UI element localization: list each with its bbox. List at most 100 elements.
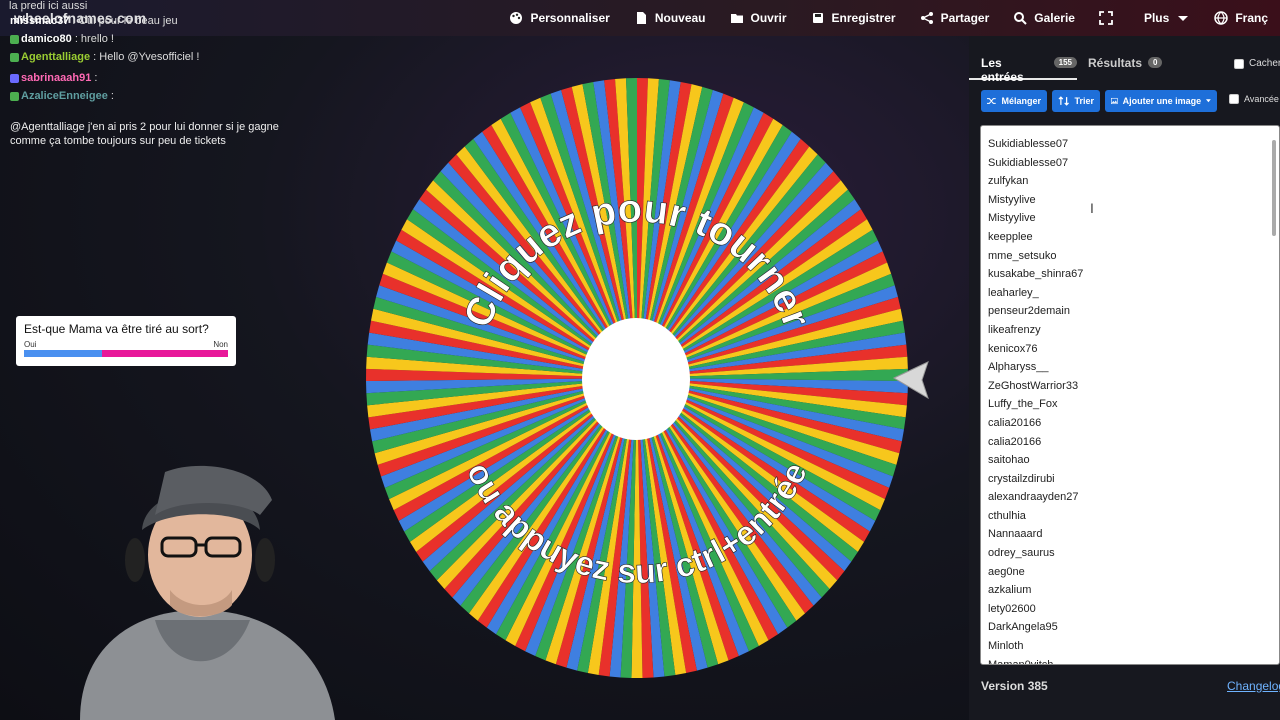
wheel-center-spin-button[interactable] — [582, 318, 690, 440]
nav-label: Ouvrir — [750, 11, 787, 25]
nav-nouveau-button[interactable]: Nouveau — [622, 0, 718, 36]
entry-line: keepplee — [988, 230, 1033, 243]
chat-username[interactable]: sabrinaaah91 — [21, 72, 91, 84]
hide-checkbox[interactable] — [1234, 58, 1244, 69]
save-icon — [812, 13, 823, 23]
chat-badge-icon — [10, 52, 19, 62]
advanced-label: Avancée — [1244, 94, 1279, 104]
chat-line: missmac37 : Oui pour le beau jeu — [10, 15, 178, 27]
chat-message-long: @Agenttalliage j'en ai pris 2 pour lui d… — [10, 121, 279, 147]
entry-line: likeafrenzy — [988, 323, 1041, 336]
entry-line: Minloth — [988, 640, 1024, 653]
nav-plus-button[interactable]: Plus — [1132, 0, 1202, 36]
nav-label: Personnaliser — [530, 11, 610, 25]
entry-line: alexandraayden27 — [988, 491, 1079, 504]
chat-message: : hrello ! — [74, 33, 114, 45]
nav-label: Enregistrer — [831, 11, 896, 25]
poll-option-yes: Oui — [24, 340, 37, 349]
hide-toggle[interactable]: Cacher — [1234, 58, 1280, 69]
entry-line: zulfykan — [988, 175, 1029, 188]
add-image-label: Ajouter une image — [1122, 96, 1202, 106]
tab-results[interactable]: Résultats 0 — [1076, 50, 1176, 80]
search-icon — [1014, 12, 1027, 25]
entry-line: cthulhia — [988, 509, 1026, 522]
entries-scrollbar[interactable] — [1271, 132, 1277, 660]
entry-line: calia20166 — [988, 416, 1042, 429]
shuffle-label: Mélanger — [1001, 96, 1041, 106]
entry-line: Luffy_the_Fox — [988, 398, 1058, 411]
sort-icon — [1058, 96, 1069, 106]
chat-username[interactable]: damico80 — [21, 33, 72, 45]
poll-option-no: Non — [213, 340, 228, 349]
version-label: Version 385 — [981, 679, 1048, 693]
changelog-link[interactable]: Changelog — [1227, 679, 1280, 693]
top-navbar: wheelofnames.com Personnaliser Nouveau Ouv… — [0, 0, 1280, 36]
shuffle-icon — [987, 98, 996, 104]
nav-fullscreen-button[interactable] — [1087, 0, 1132, 36]
chat-line: Agenttalliage : Hello @Yvesofficiel ! — [10, 51, 199, 63]
nav-label: Plus — [1143, 11, 1170, 25]
nav-personnaliser-button[interactable]: Personnaliser — [497, 0, 621, 36]
chat-line: sabrinaaah91 : — [10, 72, 97, 84]
entry-line: aeg0ne — [988, 565, 1025, 578]
nav-label: Nouveau — [654, 11, 706, 25]
entry-line: penseur2demain — [988, 305, 1070, 318]
streamer-silhouette — [80, 465, 335, 720]
folder-icon — [730, 14, 743, 23]
entry-line: Alpharyss__ — [988, 361, 1049, 374]
chat-username[interactable]: AzaliceEnneigee — [21, 90, 108, 102]
tab-entries[interactable]: Les entrées 155 — [969, 50, 1077, 84]
nav-menu: Personnaliser Nouveau Ouvrir Enregistrer Par… — [497, 0, 1280, 36]
advanced-checkbox[interactable] — [1229, 94, 1239, 104]
scrollbar-thumb[interactable] — [1272, 140, 1276, 236]
nav-enregistrer-button[interactable]: Enregistrer — [799, 0, 908, 36]
nav-label: Galerie — [1034, 11, 1075, 25]
spin-wheel[interactable]: Cliquez pour tourner ou appuyez sur ctrl… — [366, 78, 929, 678]
nav-label: Partager — [940, 11, 990, 25]
entry-line: saitohao — [988, 454, 1030, 467]
sort-button[interactable]: Trier — [1052, 90, 1100, 112]
sort-label: Trier — [1074, 96, 1094, 106]
chat-username[interactable]: missmac37 — [10, 15, 69, 27]
chat-message: la predi ici aussi — [9, 0, 88, 12]
wheel-pointer-icon — [892, 361, 929, 400]
poll-question: Est-que Mama va être tiré au sort? — [24, 322, 209, 336]
nav-franc-button[interactable]: Franç — [1202, 0, 1280, 36]
entry-line: Maman0vitch — [988, 658, 1054, 665]
tab-results-label: Résultats — [1088, 56, 1143, 70]
nav-label: Franç — [1235, 11, 1268, 25]
entry-line: ZeGhostWarrior33 — [988, 379, 1079, 392]
results-count-badge: 0 — [1148, 57, 1163, 68]
advanced-toggle[interactable]: Avancée — [1229, 94, 1279, 104]
tab-entries-label: Les entrées — [981, 56, 1024, 84]
nav-ouvrir-button[interactable]: Ouvrir — [718, 0, 799, 36]
chevron-down-icon — [1178, 16, 1189, 21]
entry-line: azkalium — [988, 584, 1032, 597]
entry-line: Mistyylive — [988, 212, 1036, 225]
entry-line: leaharley_ — [988, 286, 1039, 299]
poll-yes-fill — [24, 350, 102, 357]
entry-line: DarkAngela95 — [988, 621, 1058, 634]
palette-icon — [510, 12, 523, 24]
chat-line: la predi ici aussi — [9, 0, 87, 12]
nav-partager-button[interactable]: Partager — [908, 0, 1002, 36]
image-icon — [1111, 97, 1118, 105]
nav-galerie-button[interactable]: Galerie — [1001, 0, 1087, 36]
entries-textarea[interactable]: Sukidiablesse07 Sukidiablesse07 zulfykan Mi… — [980, 125, 1280, 665]
entry-line: mme_setsuko — [988, 249, 1057, 262]
entry-line: lety02600 — [988, 602, 1036, 615]
chat-message: : Oui pour le beau jeu — [72, 15, 178, 27]
chat-message: : — [110, 90, 114, 102]
globe-icon — [1214, 11, 1229, 25]
chat-line: AzaliceEnneigee : — [10, 90, 114, 102]
chat-username[interactable]: Agenttalliage — [21, 51, 90, 63]
poll-labels: Oui Non — [24, 340, 228, 349]
fullscreen-icon — [1099, 11, 1113, 25]
entry-line: Mistyylive — [988, 193, 1036, 206]
hide-label: Cacher — [1249, 58, 1280, 69]
shuffle-button[interactable]: Mélanger — [981, 90, 1047, 112]
stream-poll: Est-que Mama va être tiré au sort? Oui N… — [16, 316, 236, 366]
add-image-button[interactable]: Ajouter une image — [1105, 90, 1217, 112]
chevron-down-icon — [1206, 99, 1211, 103]
chat-line: damico80 : hrello ! — [10, 33, 114, 45]
